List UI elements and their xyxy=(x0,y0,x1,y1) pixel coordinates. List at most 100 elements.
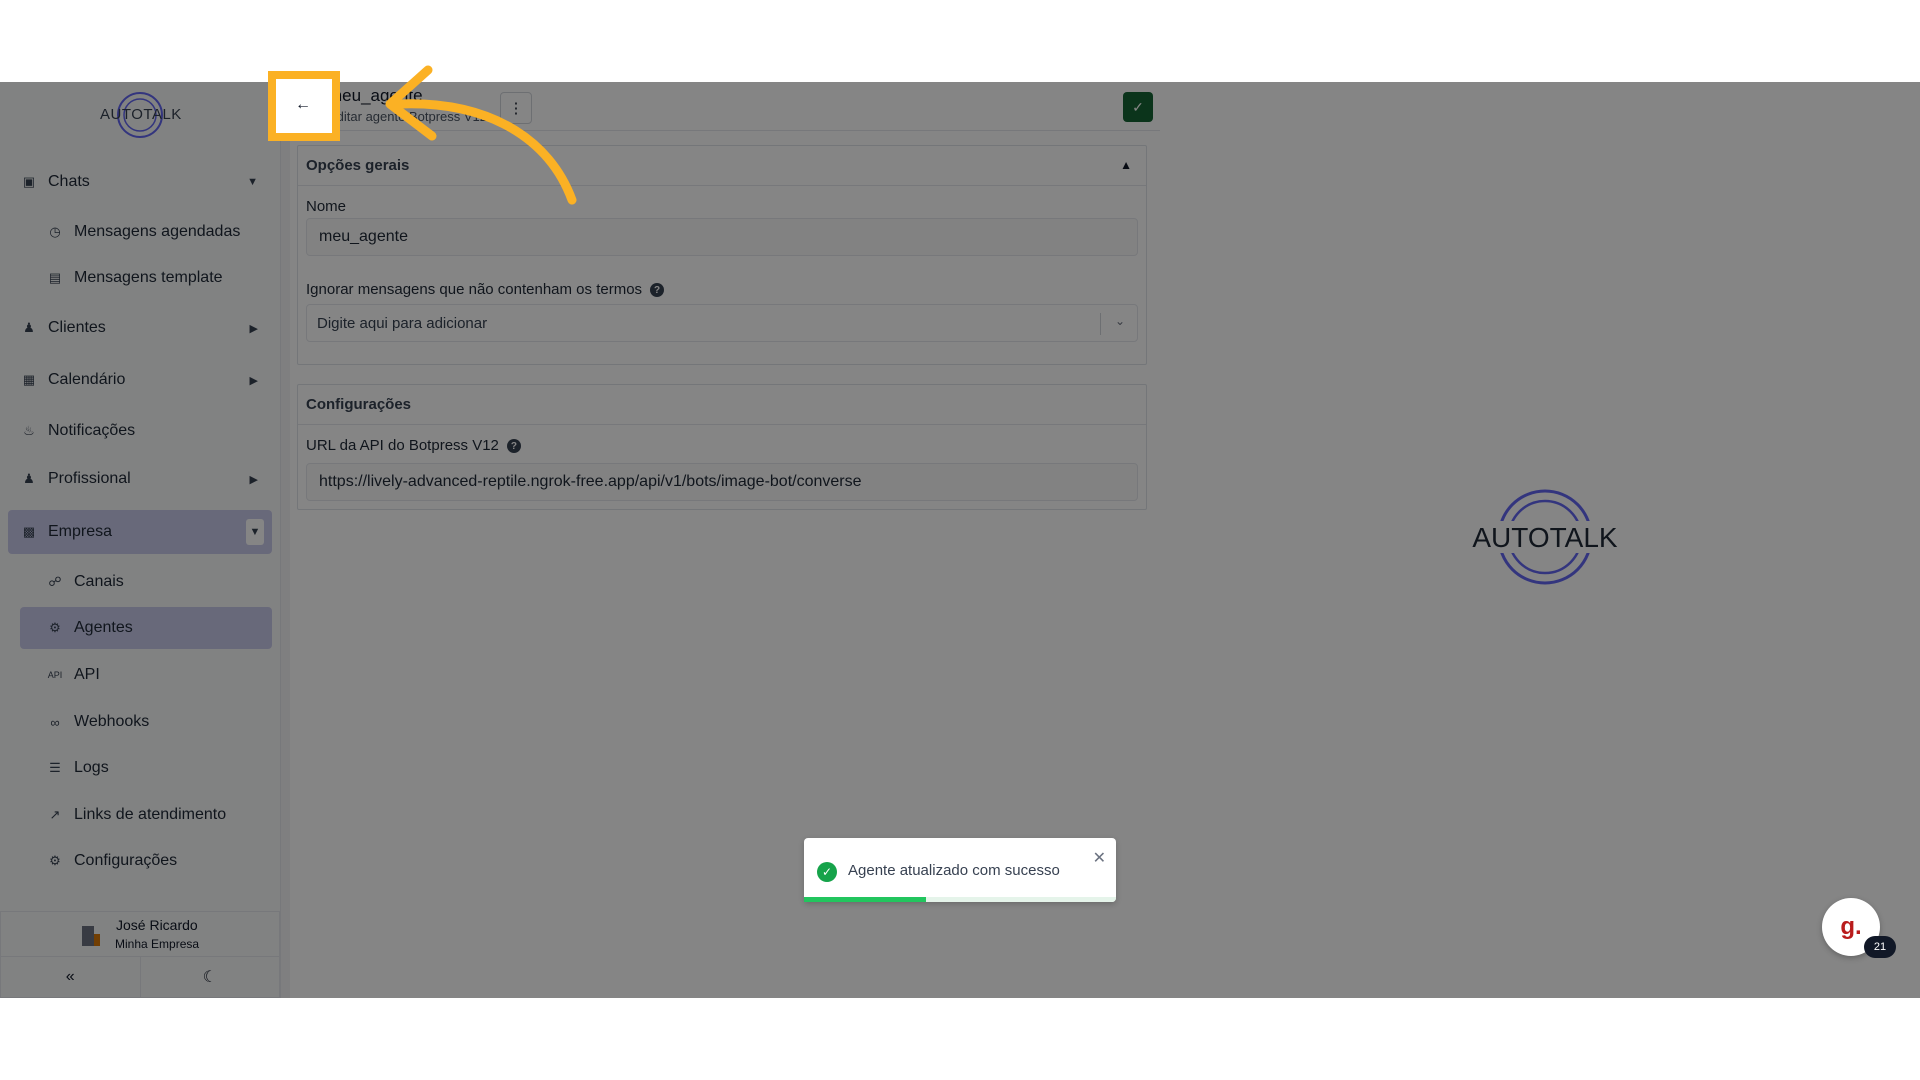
section-title: Configurações xyxy=(306,396,412,413)
sidebar-item-label: Empresa xyxy=(48,523,113,540)
save-button[interactable]: ✓ xyxy=(1123,92,1153,122)
sidebar-item-profissional[interactable]: ♟ Profissional ▶ xyxy=(8,459,272,499)
gear-icon: ⚙ xyxy=(49,853,61,868)
ignore-terms-select[interactable]: Digite aqui para adicionar ⌄ xyxy=(306,304,1138,342)
chat-icon: ▣ xyxy=(22,174,36,189)
toast-message: Agente atualizado com sucesso xyxy=(848,862,1060,879)
user-company: Minha Empresa xyxy=(115,937,200,951)
users-icon: ♟ xyxy=(23,320,35,335)
autotalk-large-logo: AUTOTALK xyxy=(1460,487,1630,587)
highlight-frame[interactable]: ← xyxy=(268,71,340,141)
double-chevron-left-icon: « xyxy=(65,968,75,985)
select-separator xyxy=(1100,313,1101,335)
api-url-label: URL da API do Botpress V12? xyxy=(306,437,521,454)
unread-badge: 21 xyxy=(1864,936,1896,958)
calendar-icon: ▦ xyxy=(22,372,36,387)
chat-logo: g. xyxy=(1840,913,1862,940)
bell-icon: ♨ xyxy=(23,423,35,438)
chevron-right-icon: ▶ xyxy=(249,473,258,486)
sidebar-item-label: Agentes xyxy=(74,619,133,636)
building-icon: ▩ xyxy=(22,524,36,539)
sidebar-item-configuracoes[interactable]: ⚙ Configurações xyxy=(20,841,272,881)
sidebar-item-logs[interactable]: ☰ Logs xyxy=(20,748,272,788)
general-options-header[interactable]: Opções gerais ▲ xyxy=(298,146,1146,186)
chevron-down-icon[interactable]: ▼ xyxy=(246,519,264,545)
api-icon: API xyxy=(47,670,63,680)
sidebar-item-label: Notificações xyxy=(48,422,136,439)
general-options-card: Opções gerais ▲ Nome Ignorar mensagens q… xyxy=(297,145,1147,365)
moon-icon: ☾ xyxy=(202,969,217,986)
sidebar-item-calendario[interactable]: ▦ Calendário ▶ xyxy=(8,360,272,400)
ignore-terms-label-text: Ignorar mensagens que não contenham os t… xyxy=(306,281,643,298)
page-subtitle: Editar agente Botpress V12 xyxy=(328,109,487,124)
page-title: meu_agente xyxy=(328,86,423,105)
name-input[interactable] xyxy=(306,218,1138,256)
sidebar-item-label: Links de atendimento xyxy=(74,806,227,823)
sidebar-item-label: Mensagens agendadas xyxy=(74,223,241,240)
sidebar-item-label: Canais xyxy=(74,573,124,590)
sidebar-item-webhooks[interactable]: ∞ Webhooks xyxy=(20,702,272,742)
toast-progress-fill xyxy=(804,897,926,902)
arrow-left-icon: ← xyxy=(295,96,311,113)
api-url-label-text: URL da API do Botpress V12 xyxy=(306,437,499,454)
sidebar-item-agentes[interactable]: ⚙ Agentes xyxy=(20,607,272,649)
help-icon[interactable]: ? xyxy=(506,439,521,454)
sidebar-footer: « ☾ xyxy=(0,956,280,998)
external-link-icon: ↗ xyxy=(49,807,61,822)
toast-progress xyxy=(804,897,1116,902)
channels-icon: ☍ xyxy=(48,574,62,589)
sidebar-item-chats[interactable]: ▣ Chats ▼ xyxy=(8,162,272,202)
check-icon: ✓ xyxy=(1132,98,1144,115)
sidebar-item-clientes[interactable]: ♟ Clientes ▶ xyxy=(8,308,272,348)
check-circle-icon: ✓ xyxy=(817,862,837,882)
sidebar-item-label: Logs xyxy=(74,759,109,776)
ignore-terms-placeholder: Digite aqui para adicionar xyxy=(317,315,488,332)
sidebar-item-label: Clientes xyxy=(48,319,106,336)
clock-icon: ◷ xyxy=(49,224,61,239)
kebab-icon: ⋮ xyxy=(508,100,524,117)
user-name: José Ricardo xyxy=(116,917,198,933)
sidebar-item-mensagens-agendadas[interactable]: ◷ Mensagens agendadas xyxy=(20,212,272,252)
collapse-up-icon[interactable]: ▲ xyxy=(1120,158,1132,172)
sidebar-item-label: Configurações xyxy=(74,852,178,869)
sidebar-item-label: Mensagens template xyxy=(74,269,223,286)
sidebar-item-canais[interactable]: ☍ Canais xyxy=(20,562,272,602)
sidebar: AUTOTALK ▣ Chats ▼ ◷ Mensagens agendadas… xyxy=(0,82,281,998)
configurations-card: Configurações URL da API do Botpress V12… xyxy=(297,384,1147,510)
sidebar-item-label: API xyxy=(74,666,100,683)
professional-icon: ♟ xyxy=(23,471,35,486)
building-avatar-icon xyxy=(82,926,100,946)
sidebar-item-empresa[interactable]: ▩ Empresa ▼ xyxy=(8,510,272,554)
sidebar-item-api[interactable]: API API xyxy=(20,655,272,695)
chevron-down-icon: ▼ xyxy=(247,176,258,188)
sidebar-item-label: Chats xyxy=(48,173,90,190)
sidebar-item-mensagens-template[interactable]: ▤ Mensagens template xyxy=(20,258,272,298)
section-title: Opções gerais xyxy=(306,157,410,174)
name-label: Nome xyxy=(306,198,347,215)
configurations-header[interactable]: Configurações xyxy=(298,385,1146,425)
chevron-right-icon: ▶ xyxy=(249,374,258,387)
help-icon[interactable]: ? xyxy=(650,283,665,298)
chevron-right-icon: ▶ xyxy=(249,322,258,335)
sidebar-item-links-de-atendimento[interactable]: ↗ Links de atendimento xyxy=(20,795,272,835)
theme-toggle-button[interactable]: ☾ xyxy=(139,957,280,997)
collapse-sidebar-button[interactable]: « xyxy=(1,957,140,997)
sidebar-item-label: Profissional xyxy=(48,470,131,487)
list-icon: ☰ xyxy=(49,760,61,775)
more-options-button[interactable]: ⋮ xyxy=(500,92,532,124)
api-url-input[interactable] xyxy=(306,463,1138,501)
logo-text: AUTOTALK xyxy=(1472,522,1618,553)
sidebar-item-label: Calendário xyxy=(48,371,126,388)
success-toast: ✓ Agente atualizado com sucesso ✕ xyxy=(804,838,1116,902)
sidebar-item-label: Webhooks xyxy=(74,713,150,730)
chevron-down-icon[interactable]: ⌄ xyxy=(1115,314,1125,328)
user-card[interactable]: José Ricardo Minha Empresa xyxy=(0,911,280,956)
webhook-icon: ∞ xyxy=(50,714,60,730)
close-icon[interactable]: ✕ xyxy=(1093,848,1106,868)
logo-text: AUTOTALK xyxy=(100,106,182,123)
autotalk-logo: AUTOTALK xyxy=(100,90,182,140)
robot-icon: ⚙ xyxy=(49,620,61,635)
ignore-terms-label: Ignorar mensagens que não contenham os t… xyxy=(306,281,665,298)
sidebar-item-notificacoes[interactable]: ♨ Notificações xyxy=(8,411,272,451)
logo-rings-icon: AUTOTALK xyxy=(1460,489,1630,585)
